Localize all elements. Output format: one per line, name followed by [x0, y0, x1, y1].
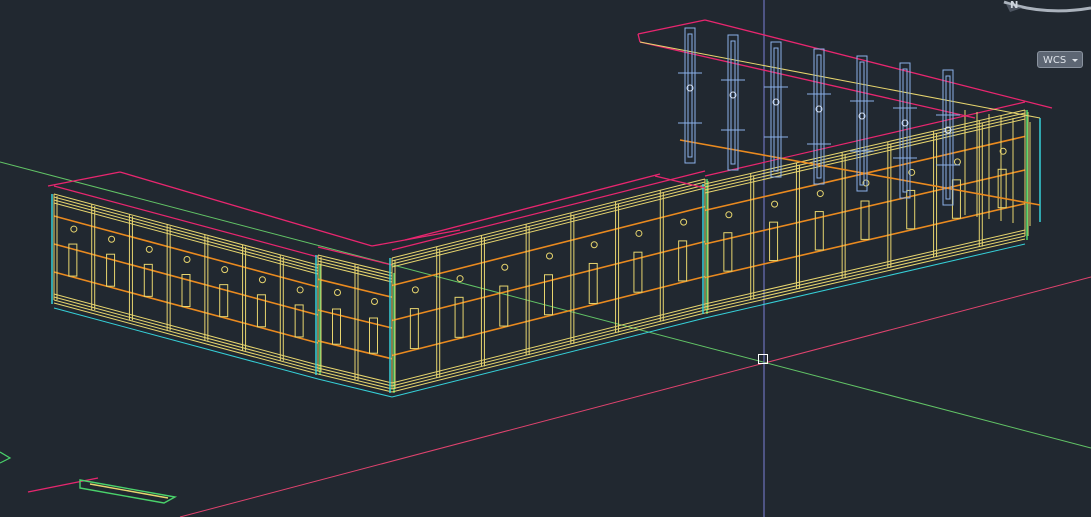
wall-front-base	[391, 317, 706, 398]
wall-front-tie-hole	[411, 286, 419, 294]
wall-left-bottom	[53, 299, 319, 372]
wireframe-model[interactable]	[0, 0, 1091, 517]
ucs-menu-button[interactable]: WCS	[1037, 51, 1083, 68]
compass-north-label: N	[1010, 0, 1019, 11]
wall-corner-top-outline	[317, 246, 393, 266]
wall-front-top	[391, 181, 706, 262]
wall-right-bottom	[704, 235, 1026, 311]
bracket-column-inner	[859, 61, 865, 186]
wall-left-tie-hole	[296, 286, 304, 294]
wall-right-tie-hole	[725, 211, 733, 219]
wall-left-tie-hole	[258, 276, 266, 284]
wall-left-top	[53, 202, 319, 275]
wall-front-tie-hole	[680, 218, 688, 226]
wall-front-bottom	[391, 312, 706, 393]
wall-left-top	[53, 196, 319, 269]
wall-front-tie-hole	[635, 229, 643, 237]
wall-right-tie-hole	[953, 158, 961, 166]
viewcube-compass[interactable]: N	[1000, 0, 1091, 18]
stray-object-bottom	[27, 477, 178, 504]
wall-corner-base	[317, 378, 393, 398]
crosshair-pickbox	[758, 354, 768, 364]
roof-outline	[119, 171, 373, 247]
wall-left-tie-hole	[221, 266, 229, 274]
roof-outline	[639, 41, 976, 119]
wall-left-tie-hole	[183, 256, 191, 263]
stray-object-left	[0, 451, 12, 464]
wall-left-base	[53, 307, 319, 380]
wall-left-tie-hole	[145, 245, 153, 253]
roof-outline	[404, 173, 661, 241]
wall-front-bottom	[391, 309, 706, 390]
wall-right-bottom	[704, 232, 1026, 308]
bracket-column-inner	[816, 54, 822, 179]
wall-right-tie-hole	[816, 190, 824, 198]
wall-front-tie-hole	[456, 275, 464, 283]
wall-front-tie-hole	[590, 241, 598, 249]
wall-front-top-outline	[391, 170, 706, 251]
wall-left-bottom	[53, 302, 319, 375]
wall-left-top-outline	[53, 185, 319, 258]
wall-front-top	[391, 184, 706, 265]
formwork-group	[47, 19, 1053, 398]
wall-front-top	[391, 187, 706, 268]
wall-left-tie-hole	[108, 235, 116, 243]
chevron-down-icon	[1072, 59, 1078, 62]
wall-front-tie-hole	[546, 252, 553, 260]
wall-front-bottom	[391, 306, 706, 387]
back-wall-top	[639, 41, 1041, 119]
bracket-column	[856, 55, 868, 192]
model-space-viewport[interactable]: N WCS	[0, 0, 1091, 517]
bracket-column-inner	[773, 47, 779, 172]
wall-left-tie-hole	[70, 225, 78, 233]
wall-left-waler	[53, 215, 319, 288]
wall-front-tie-hole	[501, 263, 509, 271]
wall-right-bottom	[704, 238, 1026, 314]
roof-outline	[637, 33, 641, 43]
wall-corner-tie-hole	[334, 289, 341, 296]
ucs-menu-label: WCS	[1043, 55, 1067, 66]
wall-corner-tie-hole	[371, 298, 378, 305]
wall-right-tie-hole	[771, 200, 779, 208]
y-axis-line	[0, 161, 1091, 449]
